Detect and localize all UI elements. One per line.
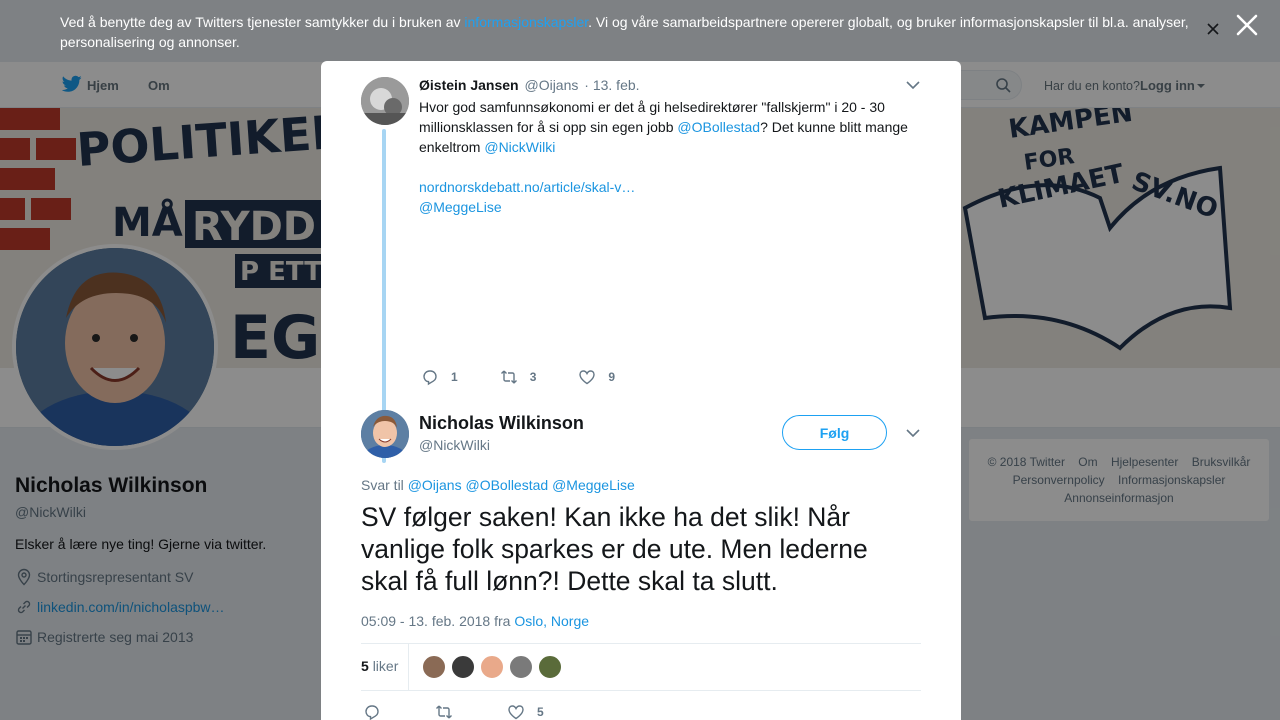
divider: [361, 690, 921, 691]
mention-link[interactable]: @Oijans: [408, 477, 462, 493]
modal-close-icon[interactable]: [1234, 12, 1260, 38]
reply-button[interactable]: [363, 703, 393, 720]
cookie-info-link[interactable]: informasjonskapsler: [464, 14, 588, 30]
main-tweet-name[interactable]: Nicholas Wilkinson: [419, 413, 584, 434]
context-tweet-handle[interactable]: @Oijans: [524, 77, 578, 93]
liker-avatar[interactable]: [422, 655, 446, 679]
liker-avatar[interactable]: [480, 655, 504, 679]
tweet-timestamp: 05:09 - 13. feb. 2018 fra Oslo, Norge: [361, 613, 589, 629]
location-link[interactable]: Oslo, Norge: [514, 613, 589, 629]
cookie-text: Ved å benytte deg av Twitters tjenester …: [60, 12, 1200, 52]
follow-button[interactable]: Følg: [782, 415, 887, 450]
mention-link[interactable]: @MeggeLise: [419, 199, 502, 215]
cookie-text-before: Ved å benytte deg av Twitters tjenester …: [60, 14, 465, 30]
main-avatar-photo: [361, 410, 409, 458]
divider: [408, 644, 409, 690]
heart-icon: [508, 705, 524, 720]
retweet-icon: [436, 705, 452, 719]
replying-to: Svar til @Oijans @OBollestad @MeggeLise: [361, 477, 635, 493]
article-link[interactable]: nordnorskdebatt.no/article/skal-v…: [419, 179, 635, 195]
like-count: 9: [608, 370, 616, 384]
cookie-banner: Ved å benytte deg av Twitters tjenester …: [0, 0, 1280, 62]
context-tweet-date[interactable]: · 13. feb.: [584, 77, 639, 93]
mention-link[interactable]: @OBollestad: [677, 119, 760, 135]
retweet-icon: [500, 370, 517, 384]
main-tweet-avatar[interactable]: [361, 410, 409, 458]
context-tweet-text: Hvor god samfunnsøkonomi er det å gi hel…: [419, 97, 919, 157]
like-count: 5: [537, 705, 544, 719]
mention-link[interactable]: @MeggeLise: [552, 477, 635, 493]
likes-label: liker: [372, 658, 399, 674]
context-tweet-name[interactable]: Øistein Jansen: [419, 77, 519, 93]
likes-stats: 5 liker: [361, 644, 921, 690]
liker-avatar[interactable]: [451, 655, 475, 679]
context-tweet-links: nordnorskdebatt.no/article/skal-v… @Megg…: [419, 177, 635, 217]
liker-avatar[interactable]: [538, 655, 562, 679]
context-tweet-header: Øistein Jansen @Oijans · 13. feb.: [419, 77, 640, 93]
main-tweet-actions: 5: [363, 703, 584, 720]
context-tweet-avatar[interactable]: [361, 77, 409, 125]
retweet-button[interactable]: [435, 703, 465, 720]
retweet-button[interactable]: 3: [500, 368, 537, 386]
tweet-modal: Øistein Jansen @Oijans · 13. feb. Hvor g…: [321, 61, 961, 720]
replying-to-label: Svar til: [361, 477, 404, 493]
chevron-down-icon[interactable]: [906, 428, 920, 438]
heart-icon: [579, 370, 596, 385]
main-tweet-handle[interactable]: @NickWilki: [419, 437, 490, 453]
reply-button[interactable]: 1: [421, 368, 458, 386]
chevron-down-icon[interactable]: [906, 80, 920, 90]
likes-number: 5: [361, 658, 369, 674]
likes-count-link[interactable]: 5 liker: [361, 658, 398, 674]
context-tweet-actions: 1 3 9: [421, 368, 655, 386]
reply-icon: [365, 705, 379, 720]
cookie-close-icon[interactable]: [1206, 22, 1220, 36]
reply-icon: [423, 370, 437, 386]
like-button[interactable]: 5: [507, 703, 544, 720]
retweet-count: 3: [529, 370, 537, 384]
mention-link[interactable]: @OBollestad: [465, 477, 548, 493]
mention-link[interactable]: @NickWilki: [484, 139, 555, 155]
likers-avatars: [422, 655, 567, 679]
reply-count: 1: [451, 370, 458, 384]
timestamp-text: 05:09 - 13. feb. 2018 fra: [361, 613, 515, 629]
like-button[interactable]: 9: [578, 368, 615, 386]
main-tweet-text: SV følger saken! Kan ikke ha det slik! N…: [361, 502, 868, 596]
context-avatar-photo: [361, 77, 409, 125]
liker-avatar[interactable]: [509, 655, 533, 679]
